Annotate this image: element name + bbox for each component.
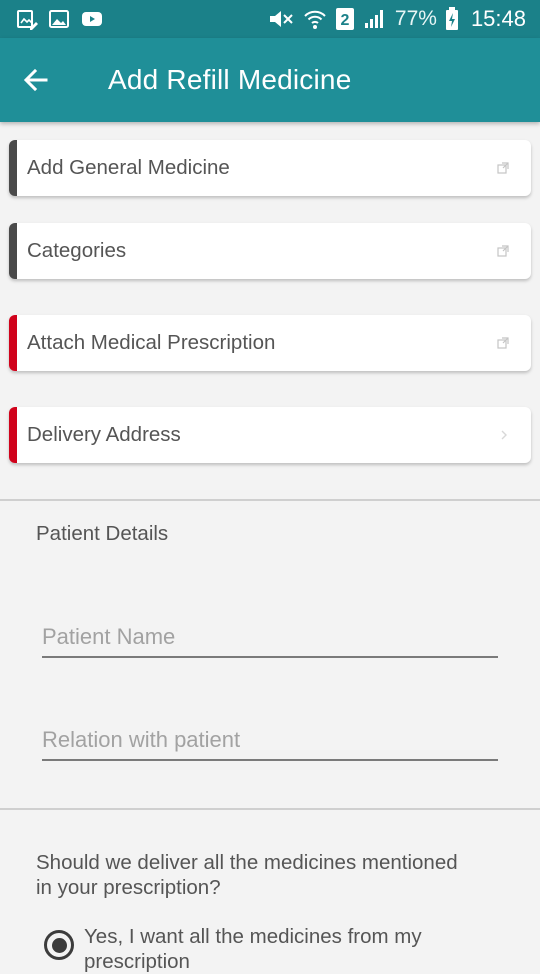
card-accent: [9, 407, 17, 463]
wifi-icon: [303, 8, 327, 30]
card-label: Add General Medicine: [27, 156, 230, 179]
relation-field[interactable]: [42, 721, 498, 761]
back-button[interactable]: [0, 38, 72, 122]
section-divider: [0, 499, 540, 501]
page-title: Add Refill Medicine: [108, 64, 352, 95]
section-divider: [0, 808, 540, 810]
open-link-icon: [497, 245, 509, 257]
status-bar: 2 77% 15:48: [0, 0, 540, 38]
patient-name-field[interactable]: [42, 618, 498, 658]
card-accent: [9, 140, 17, 196]
image-edit-icon: [16, 8, 38, 30]
arrow-left-icon: [22, 66, 50, 94]
battery-percentage: 77%: [394, 7, 437, 30]
status-system: 2 77% 15:48: [267, 6, 526, 32]
deliver-all-option[interactable]: Yes, I want all the medicines from my pr…: [44, 924, 444, 974]
categories-card[interactable]: Categories: [9, 223, 531, 279]
signal-icon: [363, 8, 387, 30]
card-label: Attach Medical Prescription: [27, 331, 276, 354]
status-notifications: [16, 8, 104, 30]
card-accent: [9, 223, 17, 279]
card-accent: [9, 315, 17, 371]
open-link-icon: [497, 337, 509, 349]
clock: 15:48: [470, 6, 526, 31]
app-bar: Add Refill Medicine: [0, 38, 540, 122]
gallery-icon: [48, 8, 70, 30]
add-general-medicine-card[interactable]: Add General Medicine: [9, 140, 531, 196]
relation-input[interactable]: [42, 721, 498, 759]
radio-selected-icon[interactable]: [44, 930, 74, 960]
sim-2-icon: 2: [335, 7, 355, 31]
mute-icon: [267, 8, 295, 30]
attach-prescription-card[interactable]: Attach Medical Prescription: [9, 315, 531, 371]
delivery-address-card[interactable]: Delivery Address: [9, 407, 531, 463]
open-link-icon: [497, 162, 509, 174]
svg-text:2: 2: [340, 12, 349, 29]
card-label: Categories: [27, 239, 127, 262]
battery-charging-icon: [445, 7, 459, 31]
patient-name-input[interactable]: [42, 618, 498, 656]
patient-details-title: Patient Details: [36, 522, 169, 545]
delivery-question: Should we deliver all the medicines ment…: [36, 851, 458, 899]
deliver-all-label: Yes, I want all the medicines from my pr…: [84, 925, 422, 973]
card-label: Delivery Address: [27, 423, 181, 446]
youtube-icon: [80, 9, 104, 29]
chevron-right-icon: [499, 429, 509, 441]
